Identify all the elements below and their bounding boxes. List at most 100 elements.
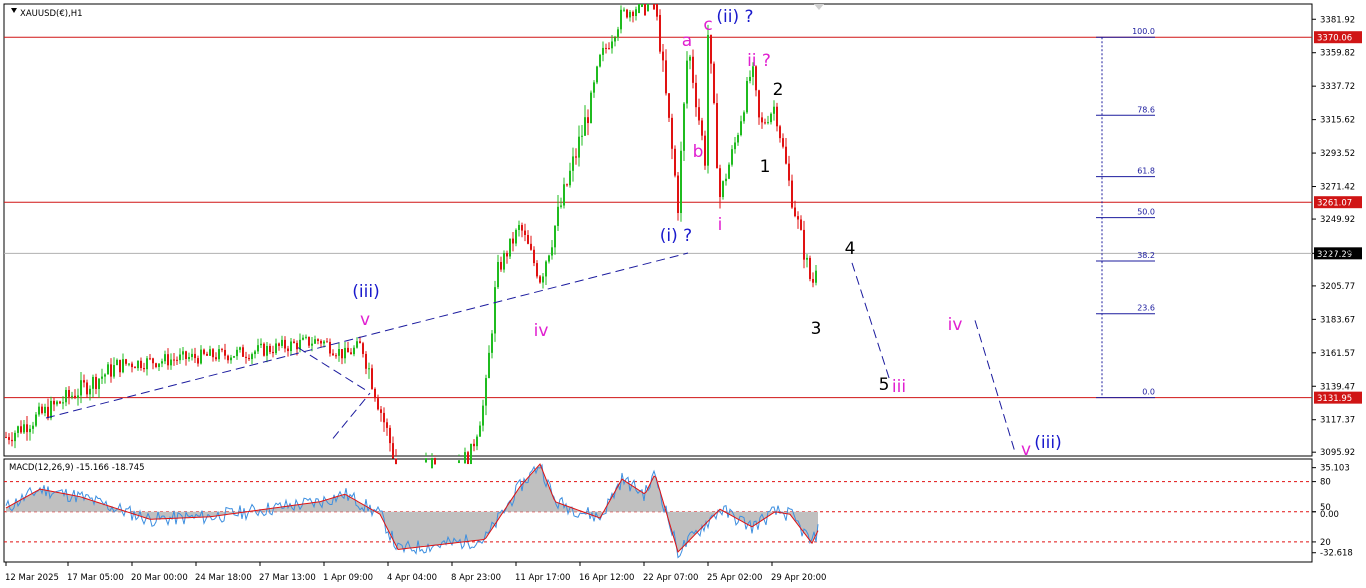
candle-body	[491, 333, 493, 353]
wave-label: (ii) ?	[716, 7, 753, 27]
candle-body	[251, 354, 253, 360]
candle-body	[158, 363, 160, 367]
candle-body	[641, 4, 643, 8]
candle-body	[281, 339, 283, 346]
candle-body	[797, 216, 799, 220]
level-tag-label: 3370.06	[1317, 34, 1352, 44]
wave-label: c	[703, 15, 712, 35]
candle-body	[266, 345, 268, 356]
level-tag-label: 3131.95	[1317, 394, 1352, 404]
candle-body	[509, 238, 511, 257]
candle-body	[209, 349, 211, 356]
candle-body	[431, 457, 433, 469]
candle-body	[200, 349, 202, 364]
candle-body	[131, 363, 133, 368]
candle-body	[770, 113, 772, 123]
candle-body	[47, 406, 49, 419]
candle-body	[716, 103, 718, 169]
candle-body	[728, 164, 730, 179]
candle-body	[635, 9, 637, 17]
candle-body	[191, 353, 193, 358]
candle-body	[170, 359, 172, 366]
candle-body	[119, 359, 121, 373]
candle-body	[50, 400, 52, 419]
price-tick-label: 3249.92	[1320, 215, 1355, 225]
candle-body	[434, 457, 436, 465]
time-tick-label: 24 Mar 18:00	[195, 573, 252, 583]
price-tick-label: 3161.57	[1320, 349, 1355, 359]
time-tick-label: 11 Apr 17:00	[515, 573, 570, 583]
candle-body	[320, 340, 322, 344]
candle-body	[806, 257, 808, 260]
candle-body	[230, 357, 232, 361]
candle-body	[152, 358, 154, 364]
candle-body	[311, 343, 313, 346]
candle-body	[11, 439, 13, 442]
price-tick-label: 3183.67	[1320, 315, 1355, 325]
candle-body	[248, 357, 250, 360]
candle-body	[113, 365, 115, 377]
candle-body	[644, 4, 646, 16]
candle-body	[695, 82, 697, 108]
candle-body	[725, 178, 727, 182]
candle-body	[188, 357, 190, 359]
candle-body	[539, 276, 541, 283]
candle-body	[371, 368, 373, 389]
price-tick-label: 3337.72	[1320, 82, 1355, 92]
candle-body	[761, 117, 763, 123]
wave-label: i	[718, 215, 723, 235]
wave-label: v	[1021, 440, 1031, 460]
candle-body	[710, 34, 712, 64]
candle-body	[647, 4, 649, 12]
candle-body	[521, 225, 523, 231]
candle-body	[254, 351, 256, 355]
main-panel	[3, 3, 1313, 563]
candle-body	[593, 82, 595, 93]
macd-tick-label: 20	[1320, 538, 1331, 548]
time-tick-label: 4 Apr 04:00	[387, 573, 437, 583]
time-tick-label: 22 Apr 07:00	[643, 573, 698, 583]
candle-body	[332, 353, 334, 356]
candle-body	[20, 426, 22, 433]
candle-body	[734, 142, 736, 150]
candle-body	[614, 37, 616, 42]
candle-body	[815, 270, 817, 283]
candle-body	[161, 361, 163, 364]
candle-body	[659, 15, 661, 52]
candle-body	[671, 117, 673, 149]
wave-label: iv	[948, 315, 963, 335]
price-tick-label: 3381.92	[1320, 15, 1355, 25]
chart-canvas: 3370.06 3261.07 3131.95 3227.29 100.0 78.6 61…	[3, 3, 1362, 583]
time-tick-label: 16 Apr 12:00	[579, 573, 634, 583]
price-tick-label: 3117.37	[1320, 416, 1355, 426]
candle-body	[500, 261, 502, 270]
candle-body	[776, 106, 778, 127]
time-tick-label: 8 Apr 23:00	[451, 573, 501, 583]
candle-body	[5, 436, 7, 438]
candle-body	[518, 225, 520, 230]
candle-body	[257, 345, 259, 352]
candle-body	[173, 359, 175, 361]
candle-body	[53, 400, 55, 405]
candle-body	[557, 206, 559, 226]
candle-body	[62, 402, 64, 404]
candle-body	[101, 376, 103, 379]
candle-body	[566, 184, 568, 186]
candle-body	[239, 347, 241, 350]
candle-body	[83, 380, 85, 383]
time-tick-label: 17 Mar 05:00	[67, 573, 124, 583]
candle-body	[377, 398, 379, 410]
candle-body	[689, 56, 691, 61]
fib-level-label: 100.0	[1132, 27, 1155, 36]
candle-body	[368, 368, 370, 370]
wave-label: b	[693, 142, 704, 162]
candle-body	[59, 401, 61, 404]
candle-body	[653, 4, 655, 10]
candle-body	[134, 367, 136, 369]
candle-body	[296, 342, 298, 350]
time-tick-label: 27 Mar 13:00	[259, 573, 316, 583]
candle-body	[569, 170, 571, 186]
candle-body	[206, 353, 208, 356]
candle-body	[503, 253, 505, 270]
candle-body	[563, 184, 565, 206]
